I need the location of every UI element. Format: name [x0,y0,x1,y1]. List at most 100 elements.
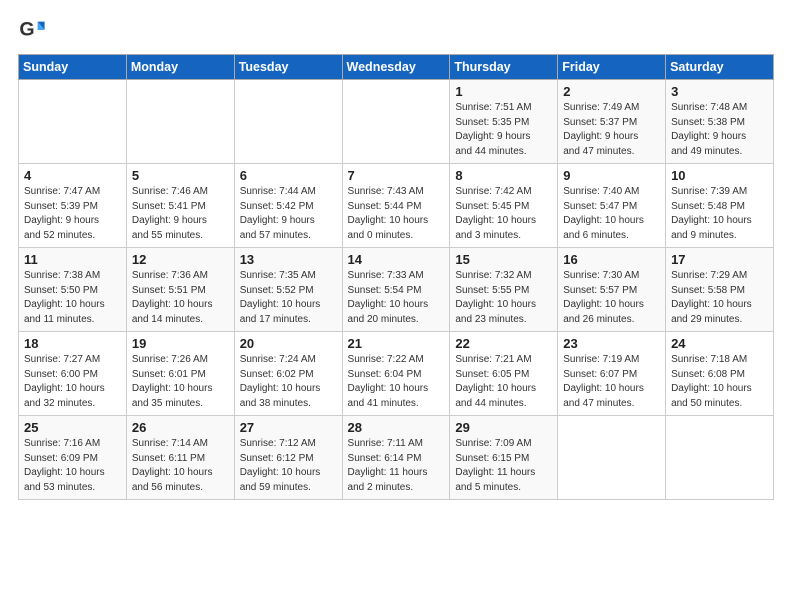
day-info: Sunrise: 7:16 AM Sunset: 6:09 PM Dayligh… [24,438,105,493]
day-number: 29 [455,420,552,435]
day-cell: 21Sunrise: 7:22 AM Sunset: 6:04 PM Dayli… [342,332,450,416]
day-number: 28 [348,420,445,435]
day-cell: 27Sunrise: 7:12 AM Sunset: 6:12 PM Dayli… [234,416,342,500]
calendar-page: G SundayMondayTuesdayWednesdayThursdayFr… [0,0,792,612]
day-number: 10 [671,168,768,183]
day-info: Sunrise: 7:33 AM Sunset: 5:54 PM Dayligh… [348,270,429,325]
day-number: 7 [348,168,445,183]
header: G [18,16,774,44]
day-info: Sunrise: 7:24 AM Sunset: 6:02 PM Dayligh… [240,354,321,409]
day-cell [666,416,774,500]
day-info: Sunrise: 7:39 AM Sunset: 5:48 PM Dayligh… [671,186,752,241]
day-number: 1 [455,84,552,99]
day-info: Sunrise: 7:19 AM Sunset: 6:07 PM Dayligh… [563,354,644,409]
day-number: 25 [24,420,121,435]
weekday-header-thursday: Thursday [450,55,558,80]
logo-icon: G [18,16,46,44]
day-number: 11 [24,252,121,267]
day-number: 23 [563,336,660,351]
day-number: 8 [455,168,552,183]
day-cell: 23 Sunrise: 7:19 AM Sunset: 6:07 PM Dayli… [558,332,666,416]
day-number: 15 [455,252,552,267]
day-info: Sunrise: 7:36 AM Sunset: 5:51 PM Dayligh… [132,270,213,325]
day-cell: 29Sunrise: 7:09 AM Sunset: 6:15 PM Dayli… [450,416,558,500]
weekday-header-monday: Monday [126,55,234,80]
day-cell: 11 Sunrise: 7:38 AM Sunset: 5:50 PM Dayli… [19,248,127,332]
day-cell: 26Sunrise: 7:14 AM Sunset: 6:11 PM Dayli… [126,416,234,500]
day-cell: 16 Sunrise: 7:30 AM Sunset: 5:57 PM Dayli… [558,248,666,332]
day-cell: 14Sunrise: 7:33 AM Sunset: 5:54 PM Dayli… [342,248,450,332]
day-info: Sunrise: 7:43 AM Sunset: 5:44 PM Dayligh… [348,186,429,241]
day-info: Sunrise: 7:21 AM Sunset: 6:05 PM Dayligh… [455,354,536,409]
day-number: 18 [24,336,121,351]
day-info: Sunrise: 7:12 AM Sunset: 6:12 PM Dayligh… [240,438,321,493]
day-cell: 4 Sunrise: 7:47 AM Sunset: 5:39 PM Daylig… [19,164,127,248]
day-number: 17 [671,252,768,267]
day-cell: 15 Sunrise: 7:32 AM Sunset: 5:55 PM Dayli… [450,248,558,332]
day-number: 12 [132,252,229,267]
day-info: Sunrise: 7:27 AM Sunset: 6:00 PM Dayligh… [24,354,105,409]
day-cell: 22 Sunrise: 7:21 AM Sunset: 6:05 PM Dayli… [450,332,558,416]
day-info: Sunrise: 7:32 AM Sunset: 5:55 PM Dayligh… [455,270,536,325]
day-info: Sunrise: 7:40 AM Sunset: 5:47 PM Dayligh… [563,186,644,241]
day-cell: 7 Sunrise: 7:43 AM Sunset: 5:44 PM Daylig… [342,164,450,248]
day-cell [234,80,342,164]
day-info: Sunrise: 7:26 AM Sunset: 6:01 PM Dayligh… [132,354,213,409]
calendar-table: SundayMondayTuesdayWednesdayThursdayFrid… [18,54,774,500]
day-cell: 12 Sunrise: 7:36 AM Sunset: 5:51 PM Dayli… [126,248,234,332]
day-info: Sunrise: 7:29 AM Sunset: 5:58 PM Dayligh… [671,270,752,325]
weekday-header-row: SundayMondayTuesdayWednesdayThursdayFrid… [19,55,774,80]
weekday-header-tuesday: Tuesday [234,55,342,80]
day-cell: 1 Sunrise: 7:51 AM Sunset: 5:35 PM Daylig… [450,80,558,164]
day-number: 19 [132,336,229,351]
day-number: 21 [348,336,445,351]
day-cell: 9 Sunrise: 7:40 AM Sunset: 5:47 PM Daylig… [558,164,666,248]
day-info: Sunrise: 7:46 AM Sunset: 5:41 PM Dayligh… [132,186,208,241]
day-info: Sunrise: 7:18 AM Sunset: 6:08 PM Dayligh… [671,354,752,409]
day-info: Sunrise: 7:35 AM Sunset: 5:52 PM Dayligh… [240,270,321,325]
day-number: 22 [455,336,552,351]
day-cell: 13Sunrise: 7:35 AM Sunset: 5:52 PM Dayli… [234,248,342,332]
week-row-1: 1 Sunrise: 7:51 AM Sunset: 5:35 PM Daylig… [19,80,774,164]
day-cell: 19 Sunrise: 7:26 AM Sunset: 6:01 PM Dayli… [126,332,234,416]
day-cell [126,80,234,164]
day-number: 3 [671,84,768,99]
day-info: Sunrise: 7:47 AM Sunset: 5:39 PM Dayligh… [24,186,100,241]
day-info: Sunrise: 7:42 AM Sunset: 5:45 PM Dayligh… [455,186,536,241]
week-row-5: 25 Sunrise: 7:16 AM Sunset: 6:09 PM Dayli… [19,416,774,500]
day-cell: 18 Sunrise: 7:27 AM Sunset: 6:00 PM Dayli… [19,332,127,416]
day-cell: 2 Sunrise: 7:49 AM Sunset: 5:37 PM Daylig… [558,80,666,164]
weekday-header-friday: Friday [558,55,666,80]
day-number: 20 [240,336,337,351]
day-cell [19,80,127,164]
weekday-header-saturday: Saturday [666,55,774,80]
day-cell: 20 Sunrise: 7:24 AM Sunset: 6:02 PM Dayli… [234,332,342,416]
day-number: 16 [563,252,660,267]
day-cell [342,80,450,164]
day-info: Sunrise: 7:38 AM Sunset: 5:50 PM Dayligh… [24,270,105,325]
day-cell: 28Sunrise: 7:11 AM Sunset: 6:14 PM Dayli… [342,416,450,500]
day-info: Sunrise: 7:49 AM Sunset: 5:37 PM Dayligh… [563,102,639,157]
day-cell: 25 Sunrise: 7:16 AM Sunset: 6:09 PM Dayli… [19,416,127,500]
day-info: Sunrise: 7:30 AM Sunset: 5:57 PM Dayligh… [563,270,644,325]
day-number: 4 [24,168,121,183]
svg-text:G: G [19,19,34,41]
day-cell: 5Sunrise: 7:46 AM Sunset: 5:41 PM Daylig… [126,164,234,248]
day-number: 9 [563,168,660,183]
day-number: 2 [563,84,660,99]
day-cell [558,416,666,500]
day-cell: 17 Sunrise: 7:29 AM Sunset: 5:58 PM Dayli… [666,248,774,332]
day-info: Sunrise: 7:51 AM Sunset: 5:35 PM Dayligh… [455,102,531,157]
day-info: Sunrise: 7:14 AM Sunset: 6:11 PM Dayligh… [132,438,213,493]
day-cell: 10 Sunrise: 7:39 AM Sunset: 5:48 PM Dayli… [666,164,774,248]
day-number: 24 [671,336,768,351]
day-cell: 6 Sunrise: 7:44 AM Sunset: 5:42 PM Daylig… [234,164,342,248]
day-number: 6 [240,168,337,183]
day-info: Sunrise: 7:44 AM Sunset: 5:42 PM Dayligh… [240,186,316,241]
logo: G [18,16,48,44]
week-row-4: 18 Sunrise: 7:27 AM Sunset: 6:00 PM Dayli… [19,332,774,416]
week-row-3: 11 Sunrise: 7:38 AM Sunset: 5:50 PM Dayli… [19,248,774,332]
day-cell: 24 Sunrise: 7:18 AM Sunset: 6:08 PM Dayli… [666,332,774,416]
week-row-2: 4 Sunrise: 7:47 AM Sunset: 5:39 PM Daylig… [19,164,774,248]
day-cell: 3Sunrise: 7:48 AM Sunset: 5:38 PM Daylig… [666,80,774,164]
